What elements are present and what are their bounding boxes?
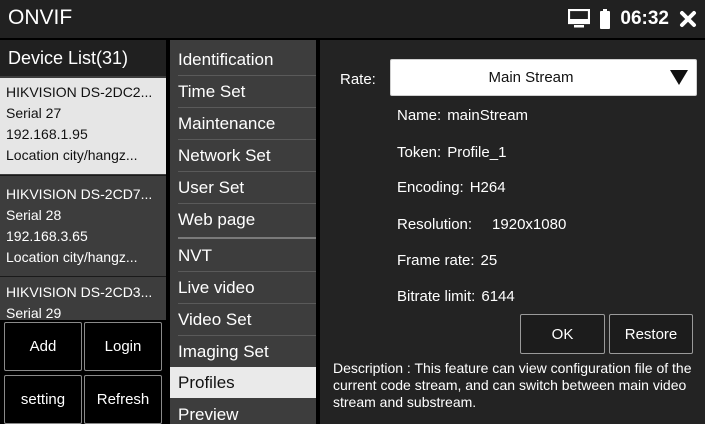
login-button[interactable]: Login bbox=[84, 322, 162, 371]
field-label: Bitrate limit: bbox=[397, 288, 476, 305]
menu-item-user-set[interactable]: User Set bbox=[170, 172, 316, 203]
profile-frame-rate-value: 25 bbox=[480, 252, 498, 269]
device-ip: 192.168.1.95 bbox=[6, 126, 88, 142]
device-list-title: Device List(31) bbox=[8, 48, 129, 68]
ok-button[interactable]: OK bbox=[520, 314, 605, 354]
app-title: ONVIF bbox=[8, 6, 73, 29]
restore-button[interactable]: Restore bbox=[609, 314, 693, 354]
device-item-selected[interactable]: HIKVISION DS-2DC2... Serial 27 192.168.1… bbox=[0, 78, 166, 174]
field-label: Token: bbox=[397, 144, 442, 161]
profile-encoding-row: Encoding: H264 bbox=[397, 179, 506, 196]
device-location: Location city/hangz... bbox=[6, 147, 138, 163]
device-list-header: Device List(31) bbox=[0, 40, 166, 76]
battery-icon bbox=[600, 9, 611, 29]
field-label: Name: bbox=[397, 107, 442, 124]
device-name: HIKVISION DS-2CD3... bbox=[6, 284, 153, 300]
monitor-icon[interactable] bbox=[568, 9, 591, 29]
menu-item-nvt[interactable]: NVT bbox=[170, 240, 316, 271]
menu-item-imaging-set[interactable]: Imaging Set bbox=[170, 336, 316, 367]
device-serial: Serial 28 bbox=[6, 207, 62, 223]
description-text: Description : This feature can view conf… bbox=[333, 360, 692, 410]
field-label: Resolution: bbox=[397, 216, 473, 233]
menu-item-video-set[interactable]: Video Set bbox=[170, 304, 316, 335]
menu-item-profiles[interactable]: Profiles bbox=[170, 367, 316, 398]
profile-token-row: Token: Profile_1 bbox=[397, 144, 506, 161]
device-action-buttons: Add Login setting Refresh bbox=[0, 320, 166, 424]
menu-item-maintenance[interactable]: Maintenance bbox=[170, 108, 316, 139]
divider bbox=[178, 237, 316, 239]
profile-name-value: mainStream bbox=[447, 107, 529, 124]
menu-item-network-set[interactable]: Network Set bbox=[170, 140, 316, 171]
profile-bitrate-value: 6144 bbox=[481, 288, 515, 305]
field-label: Encoding: bbox=[397, 179, 464, 196]
profile-token-value: Profile_1 bbox=[447, 144, 507, 161]
menu-item-web-page[interactable]: Web page bbox=[170, 204, 316, 235]
device-name: HIKVISION DS-2CD7... bbox=[6, 186, 153, 202]
device-name: HIKVISION DS-2DC2... bbox=[6, 84, 153, 100]
menu-item-live-video[interactable]: Live video bbox=[170, 272, 316, 303]
profile-name-row: Name: mainStream bbox=[397, 107, 528, 124]
dropdown-triangle-icon bbox=[670, 70, 688, 85]
profile-resolution-value: 1920x1080 bbox=[492, 216, 567, 233]
menu-item-identification[interactable]: Identification bbox=[170, 44, 316, 75]
field-label: Frame rate: bbox=[397, 252, 475, 269]
device-item[interactable]: HIKVISION DS-2CD3... Serial 29 bbox=[0, 278, 166, 322]
divider bbox=[0, 175, 166, 176]
profile-resolution-row: Resolution: 1920x1080 bbox=[397, 216, 566, 233]
profile-bitrate-row: Bitrate limit: 6144 bbox=[397, 288, 515, 305]
profile-encoding-value: H264 bbox=[469, 179, 506, 196]
device-list-pane: Device List(31) HIKVISION DS-2DC2... Ser… bbox=[0, 40, 166, 424]
rate-select-value: Main Stream bbox=[488, 69, 574, 86]
setting-button[interactable]: setting bbox=[4, 375, 82, 424]
refresh-button[interactable]: Refresh bbox=[84, 375, 162, 424]
divider bbox=[0, 276, 166, 277]
profile-detail-pane: Rate: Main Stream Name: mainStream Token:… bbox=[320, 40, 705, 424]
device-serial: Serial 27 bbox=[6, 105, 62, 121]
title-bar: ONVIF 06:32 bbox=[0, 0, 705, 38]
device-location: Location city/hangz... bbox=[6, 249, 138, 265]
close-icon[interactable] bbox=[679, 10, 697, 28]
add-button[interactable]: Add bbox=[4, 322, 82, 371]
device-ip: 192.168.3.65 bbox=[6, 228, 88, 244]
device-item[interactable]: HIKVISION DS-2CD7... Serial 28 192.168.3… bbox=[0, 180, 166, 276]
rate-label: Rate: bbox=[340, 71, 376, 88]
status-area: 06:32 bbox=[568, 8, 697, 30]
clock: 06:32 bbox=[620, 8, 669, 29]
menu-item-time-set[interactable]: Time Set bbox=[170, 76, 316, 107]
menu-item-preview[interactable]: Preview bbox=[170, 399, 316, 424]
settings-menu: Identification Time Set Maintenance Netw… bbox=[170, 40, 316, 424]
profile-frame-rate-row: Frame rate: 25 bbox=[397, 252, 497, 269]
rate-select[interactable]: Main Stream bbox=[390, 59, 697, 96]
